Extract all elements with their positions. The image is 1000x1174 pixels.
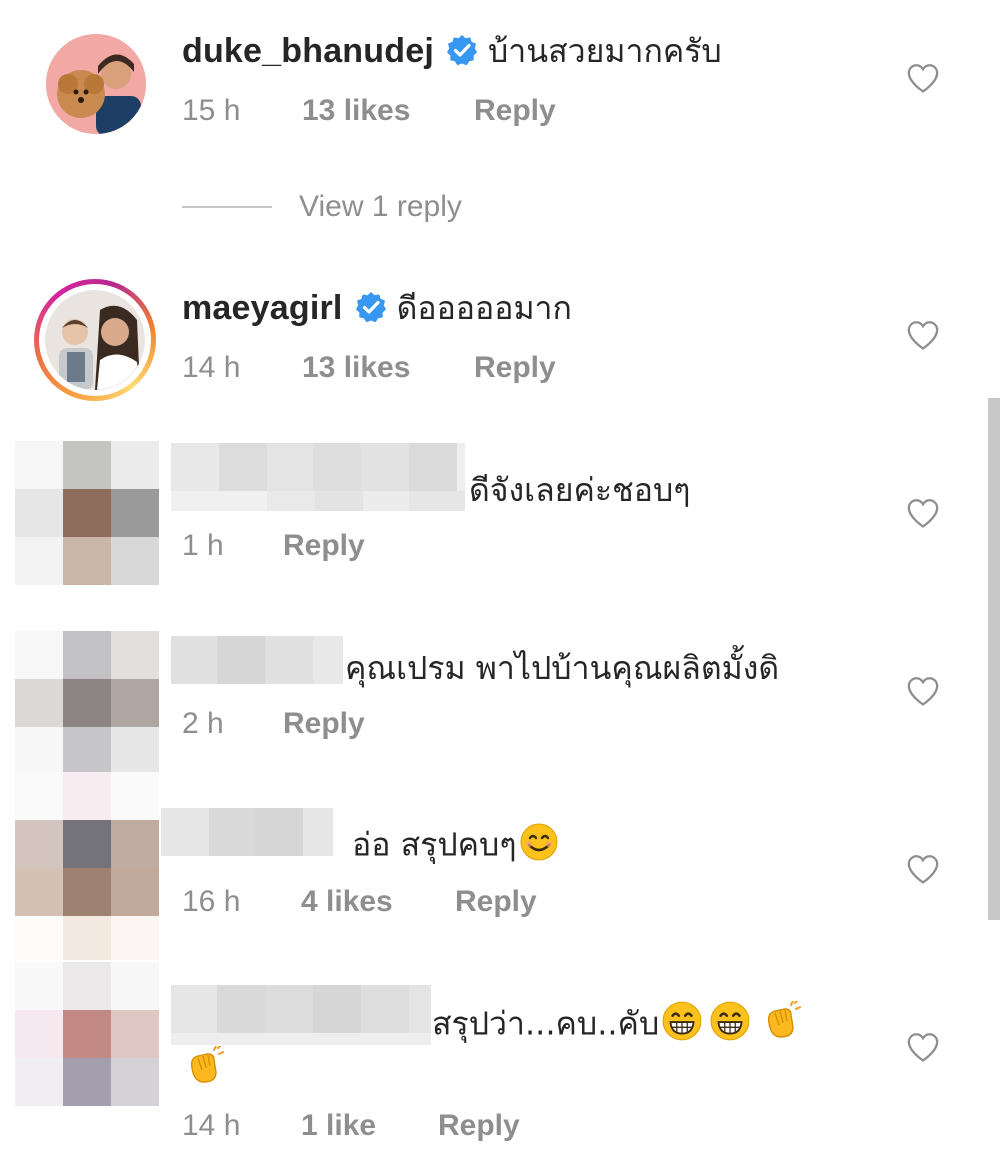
hidden-username [171, 636, 343, 684]
profile-photo-icon [46, 34, 146, 134]
reply-button[interactable]: Reply [455, 884, 537, 920]
comment-meta: 15 h 13 likes Reply [182, 93, 682, 129]
comment-username[interactable]: duke_bhanudej [182, 32, 434, 70]
avatar[interactable] [15, 962, 159, 1106]
clapping-hands-emoji-icon [184, 1044, 224, 1090]
heart-icon[interactable] [906, 1031, 940, 1063]
likes-count[interactable]: 13 likes [302, 350, 410, 386]
comment-time: 16 h [182, 885, 241, 918]
verified-badge-icon [446, 34, 478, 75]
avatar[interactable] [45, 290, 145, 390]
view-replies-label[interactable]: View 1 reply [299, 190, 462, 224]
comment-text: บ้านสวยมากครับ [487, 32, 722, 70]
comment-meta: 14 h 1 like Reply [182, 1108, 682, 1144]
likes-count[interactable]: 4 likes [301, 884, 393, 920]
comment-time: 14 h [182, 1109, 241, 1142]
heart-icon[interactable] [906, 675, 940, 707]
likes-count[interactable]: 1 like [301, 1108, 376, 1144]
hidden-username [171, 443, 465, 491]
comment-line: maeyagirl ดีอออออมาก [182, 288, 572, 332]
comment-line: อ่อ สรุปคบๆ [352, 822, 559, 871]
scrollbar[interactable] [988, 398, 1000, 920]
hidden-username [171, 1033, 431, 1045]
comment-text: อ่อ สรุปคบๆ [352, 825, 517, 864]
comment-time: 1 h [182, 529, 224, 562]
comment-line: duke_bhanudej บ้านสวยมากครับ [182, 31, 722, 75]
reply-button[interactable]: Reply [283, 706, 365, 742]
reply-button[interactable]: Reply [283, 528, 365, 564]
avatar[interactable] [15, 441, 159, 585]
hidden-username [171, 985, 431, 1033]
comment-line: สรุปว่า...คบ..คับ [432, 999, 802, 1051]
avatar[interactable] [46, 34, 146, 134]
comment-text: ดีอออออมาก [396, 289, 572, 327]
comment-line: คุณเปรม พาไปบ้านคุณผลิตมั้งดิ [345, 648, 779, 688]
divider [182, 206, 272, 208]
comment-username[interactable]: maeyagirl [182, 289, 343, 327]
comment-time: 15 h [182, 94, 241, 127]
heart-icon[interactable] [906, 497, 940, 529]
comment-time: 14 h [182, 351, 241, 384]
grinning-face-emoji-icon [709, 1000, 751, 1051]
heart-icon[interactable] [906, 853, 940, 885]
comment-emoji-overflow [184, 1044, 224, 1091]
reply-button[interactable]: Reply [438, 1108, 520, 1144]
comment-meta: 16 h 4 likes Reply [182, 884, 682, 920]
reply-button[interactable]: Reply [474, 93, 556, 129]
profile-photo-icon [45, 290, 145, 390]
grinning-face-emoji-icon [661, 1000, 703, 1051]
comment-line: ดีจังเลยค่ะชอบๆ [469, 470, 690, 510]
avatar[interactable] [15, 772, 159, 916]
comment-meta: 2 h Reply [182, 706, 582, 742]
smiling-face-emoji-icon [519, 822, 559, 871]
comment-meta: 1 h Reply [182, 528, 582, 564]
verified-badge-icon [355, 291, 387, 332]
likes-count[interactable]: 13 likes [302, 93, 410, 129]
clapping-hands-emoji-icon [761, 999, 802, 1050]
comment-time: 2 h [182, 707, 224, 740]
comment-text: ดีจังเลยค่ะชอบๆ [469, 471, 691, 509]
reply-button[interactable]: Reply [474, 350, 556, 386]
hidden-username [161, 808, 333, 856]
hidden-username [171, 491, 465, 511]
comment-text: คุณเปรม พาไปบ้านคุณผลิตมั้งดิ [345, 649, 780, 687]
avatar[interactable] [15, 631, 159, 775]
comment-text: สรุปว่า...คบ..คับ [432, 1004, 660, 1043]
comment-meta: 14 h 13 likes Reply [182, 350, 682, 386]
heart-icon[interactable] [906, 62, 940, 94]
avatar-edge [15, 916, 159, 960]
heart-icon[interactable] [906, 319, 940, 351]
